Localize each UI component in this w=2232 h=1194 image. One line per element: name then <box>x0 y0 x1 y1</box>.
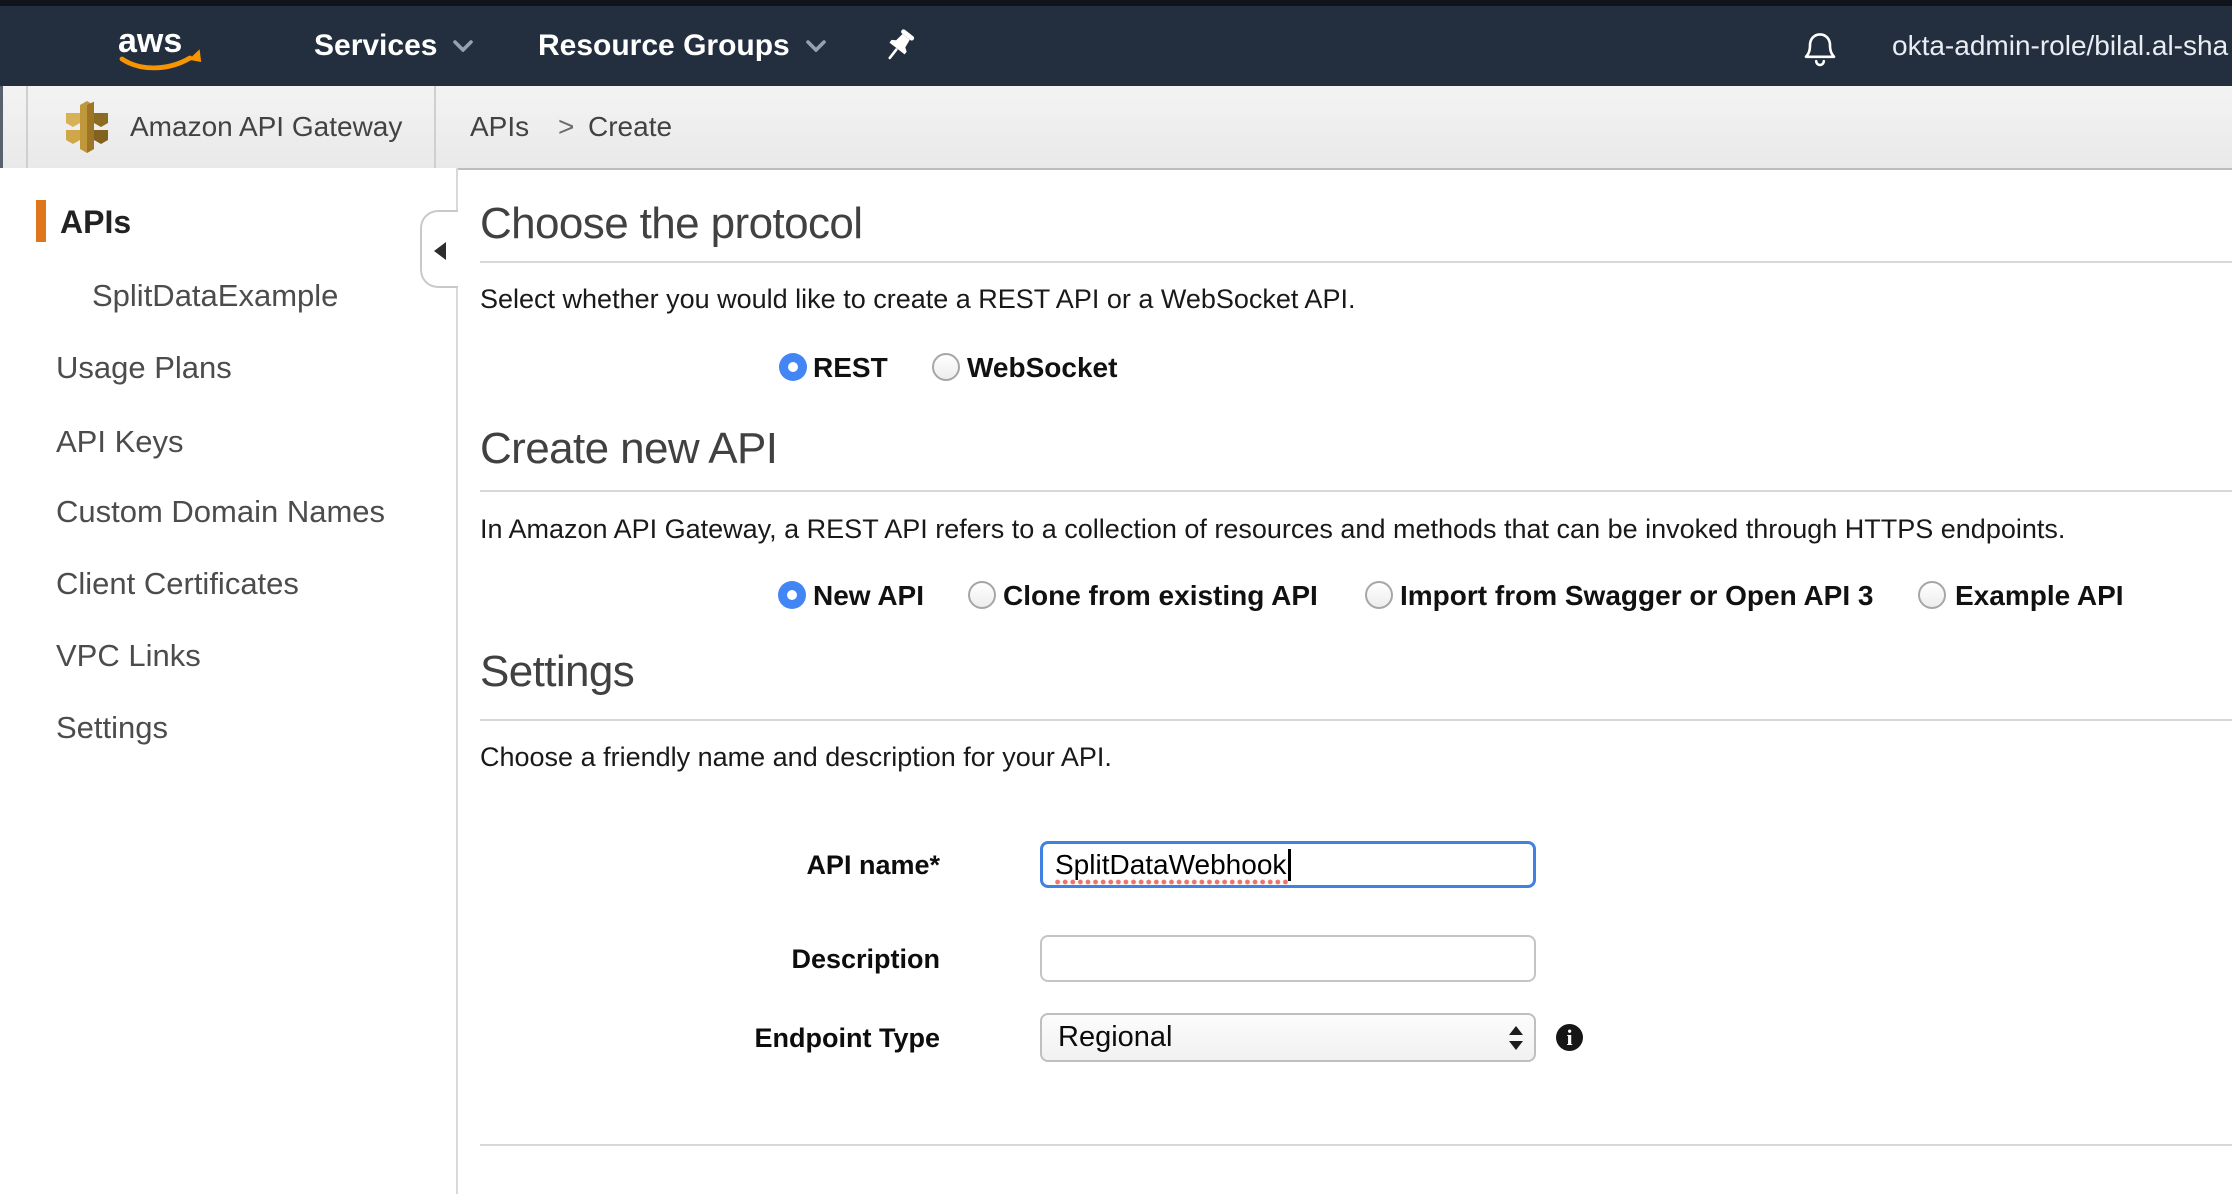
section-title-protocol: Choose the protocol <box>480 199 862 249</box>
radio-example-api-label[interactable]: Example API <box>1955 582 2124 610</box>
sidebar-item-vpc-links[interactable]: VPC Links <box>56 640 201 672</box>
radio-import-swagger[interactable] <box>1365 581 1393 609</box>
aws-logo[interactable]: aws <box>114 18 206 74</box>
radio-example-api[interactable] <box>1918 581 1946 609</box>
divider <box>480 261 2232 263</box>
api-name-value: SplitDataWebhook <box>1055 849 1286 881</box>
settings-description: Choose a friendly name and description f… <box>480 742 1112 772</box>
account-label: okta-admin-role/bilal.al-sha <box>1892 30 2228 62</box>
radio-new-api[interactable] <box>778 581 806 609</box>
endpoint-type-value: Regional <box>1058 1021 1172 1054</box>
divider <box>480 1144 2232 1146</box>
breadcrumb-create: Create <box>588 86 672 168</box>
nav-services-label: Services <box>314 29 437 63</box>
nav-resource-groups[interactable]: Resource Groups <box>538 6 826 86</box>
sidebar-item-client-certificates[interactable]: Client Certificates <box>56 568 299 600</box>
section-title-create: Create new API <box>480 424 777 474</box>
window-edge <box>0 86 3 168</box>
sidebar-item-custom-domain-names[interactable]: Custom Domain Names <box>56 496 385 528</box>
api-name-label: API name* <box>596 851 940 879</box>
divider <box>26 86 28 168</box>
api-gateway-icon <box>62 100 112 154</box>
info-icon[interactable]: i <box>1556 1024 1583 1051</box>
divider <box>434 86 436 168</box>
divider <box>480 719 2232 721</box>
chevron-down-icon <box>806 40 826 52</box>
sidebar-item-settings[interactable]: Settings <box>56 712 168 744</box>
sidebar-item-apis[interactable]: APIs <box>60 206 131 238</box>
sidebar <box>0 168 458 1194</box>
service-title[interactable]: Amazon API Gateway <box>130 86 402 168</box>
radio-rest[interactable] <box>779 353 807 381</box>
sidebar-collapse-button[interactable] <box>420 210 458 288</box>
api-name-input[interactable]: SplitDataWebhook <box>1040 841 1536 888</box>
radio-clone-api-label[interactable]: Clone from existing API <box>1003 582 1318 610</box>
chevron-down-icon <box>453 40 473 52</box>
account-menu[interactable]: okta-admin-role/bilal.al-sha <box>1892 6 2228 86</box>
section-title-settings: Settings <box>480 647 634 697</box>
bell-icon[interactable] <box>1802 30 1838 68</box>
nav-resource-groups-label: Resource Groups <box>538 29 790 63</box>
aws-console-page: aws Services Resource Groups okta-admin-… <box>0 0 2232 1194</box>
collapse-arrow-icon <box>434 242 446 260</box>
divider <box>480 490 2232 492</box>
endpoint-type-select[interactable]: Regional <box>1040 1013 1536 1062</box>
breadcrumb-bar: Amazon API Gateway APIs > Create <box>0 86 2232 170</box>
text-cursor <box>1288 849 1291 881</box>
breadcrumb-apis[interactable]: APIs <box>470 86 529 168</box>
radio-rest-label[interactable]: REST <box>813 354 888 382</box>
radio-new-api-label[interactable]: New API <box>813 582 924 610</box>
description-input[interactable] <box>1040 935 1536 982</box>
radio-websocket-label[interactable]: WebSocket <box>967 354 1117 382</box>
nav-services[interactable]: Services <box>314 6 473 86</box>
radio-import-swagger-label[interactable]: Import from Swagger or Open API 3 <box>1400 582 1873 610</box>
breadcrumb-separator: > <box>558 86 574 168</box>
endpoint-type-label: Endpoint Type <box>596 1024 940 1052</box>
pin-icon[interactable] <box>880 26 918 66</box>
top-navbar: aws Services Resource Groups okta-admin-… <box>0 6 2232 86</box>
sidebar-item-api-keys[interactable]: API Keys <box>56 426 184 458</box>
protocol-description: Select whether you would like to create … <box>480 284 1355 314</box>
description-label: Description <box>596 945 940 973</box>
create-description: In Amazon API Gateway, a REST API refers… <box>480 514 2065 544</box>
select-stepper-icon <box>1509 1026 1523 1050</box>
radio-websocket[interactable] <box>932 353 960 381</box>
sidebar-item-usage-plans[interactable]: Usage Plans <box>56 352 232 384</box>
svg-text:aws: aws <box>118 22 182 60</box>
sidebar-active-indicator <box>36 200 46 242</box>
radio-clone-api[interactable] <box>968 581 996 609</box>
sidebar-item-splitdataexample[interactable]: SplitDataExample <box>92 280 338 312</box>
